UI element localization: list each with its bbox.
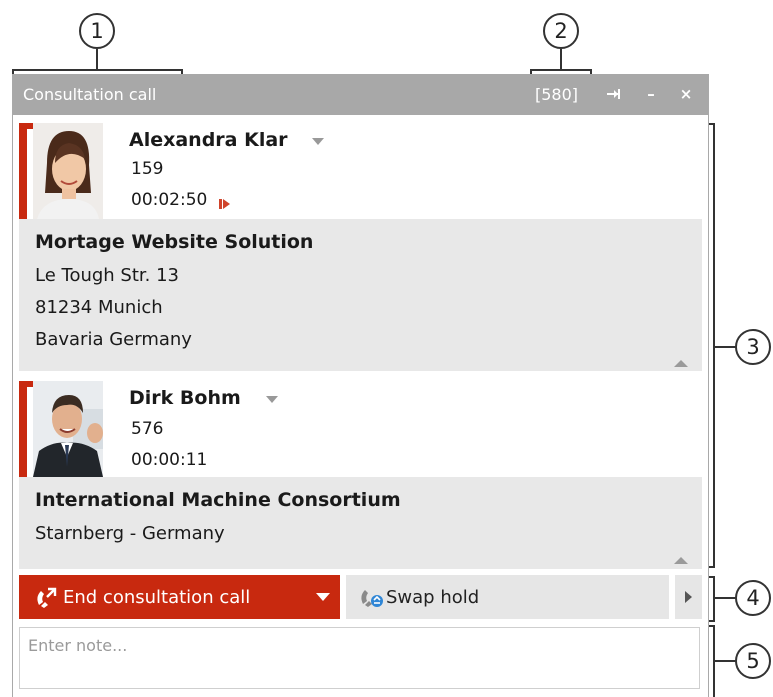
end-call-dropdown-icon[interactable]: [316, 593, 330, 601]
callout-1-bracket: [12, 69, 183, 71]
contact-card: Alexandra Klar 159 00:02:50 Mortage Webs…: [19, 123, 702, 371]
close-button[interactable]: ×: [674, 82, 698, 106]
callout-4-line: [714, 597, 736, 599]
pin-icon[interactable]: [603, 82, 627, 106]
collapse-icon[interactable]: [674, 360, 688, 367]
extension-number: [580]: [535, 85, 579, 104]
minimize-button[interactable]: –: [639, 82, 663, 106]
consultation-call-window: Consultation call [580] – × Alexandra Kl…: [12, 74, 709, 697]
call-duration: 00:02:50: [131, 190, 208, 210]
end-consultation-call-label: End consultation call: [63, 586, 251, 608]
address-line: Le Tough Str. 13: [35, 265, 179, 286]
end-consultation-call-button[interactable]: End consultation call: [19, 575, 340, 619]
callout-4-bracket: [713, 576, 715, 622]
contact-name[interactable]: Alexandra Klar: [129, 129, 288, 151]
action-bar: End consultation call Swap hold: [19, 575, 702, 619]
callout-1-line: [96, 49, 98, 70]
swap-hold-icon: [358, 585, 384, 614]
contact-details: Mortage Website Solution Le Tough Str. 1…: [19, 219, 702, 371]
contact-details: International Machine Consortium Starnbe…: [19, 477, 702, 569]
swap-hold-label: Swap hold: [386, 586, 480, 608]
contact-name[interactable]: Dirk Bohm: [129, 387, 241, 409]
avatar: [33, 381, 103, 477]
callout-2: 2: [543, 13, 579, 49]
company-name: Mortage Website Solution: [35, 231, 314, 253]
address-line: Starnberg - Germany: [35, 523, 225, 544]
swap-hold-button[interactable]: Swap hold: [346, 575, 669, 619]
chevron-right-icon: [685, 591, 692, 603]
callout-1: 1: [79, 13, 115, 49]
contact-number: 159: [131, 159, 164, 179]
address-line: 81234 Munich: [35, 297, 163, 318]
callout-2-line: [560, 49, 562, 70]
contact-menu-arrow-icon[interactable]: [312, 138, 324, 145]
contact-card: Dirk Bohm 576 00:00:11 International Mac…: [19, 381, 702, 569]
collapse-icon[interactable]: [674, 557, 688, 564]
callout-3-line: [714, 346, 736, 348]
callout-3: 3: [735, 329, 771, 365]
callout-5: 5: [735, 643, 771, 679]
recording-icon: [219, 195, 231, 214]
title-bar[interactable]: Consultation call [580] – ×: [13, 74, 708, 115]
callout-4: 4: [735, 580, 771, 616]
note-input[interactable]: [19, 627, 700, 689]
company-name: International Machine Consortium: [35, 489, 401, 511]
active-call-indicator: [19, 123, 27, 219]
contact-menu-arrow-icon[interactable]: [266, 396, 278, 403]
call-duration: 00:00:11: [131, 450, 208, 470]
callout-5-line: [714, 660, 736, 662]
address-line: Bavaria Germany: [35, 329, 192, 350]
avatar: [33, 123, 103, 219]
active-call-indicator: [19, 381, 27, 477]
callout-2-bracket: [530, 69, 592, 71]
more-actions-button[interactable]: [675, 575, 702, 619]
end-call-icon: [33, 585, 59, 614]
window-title: Consultation call: [23, 85, 157, 104]
contact-number: 576: [131, 419, 164, 439]
